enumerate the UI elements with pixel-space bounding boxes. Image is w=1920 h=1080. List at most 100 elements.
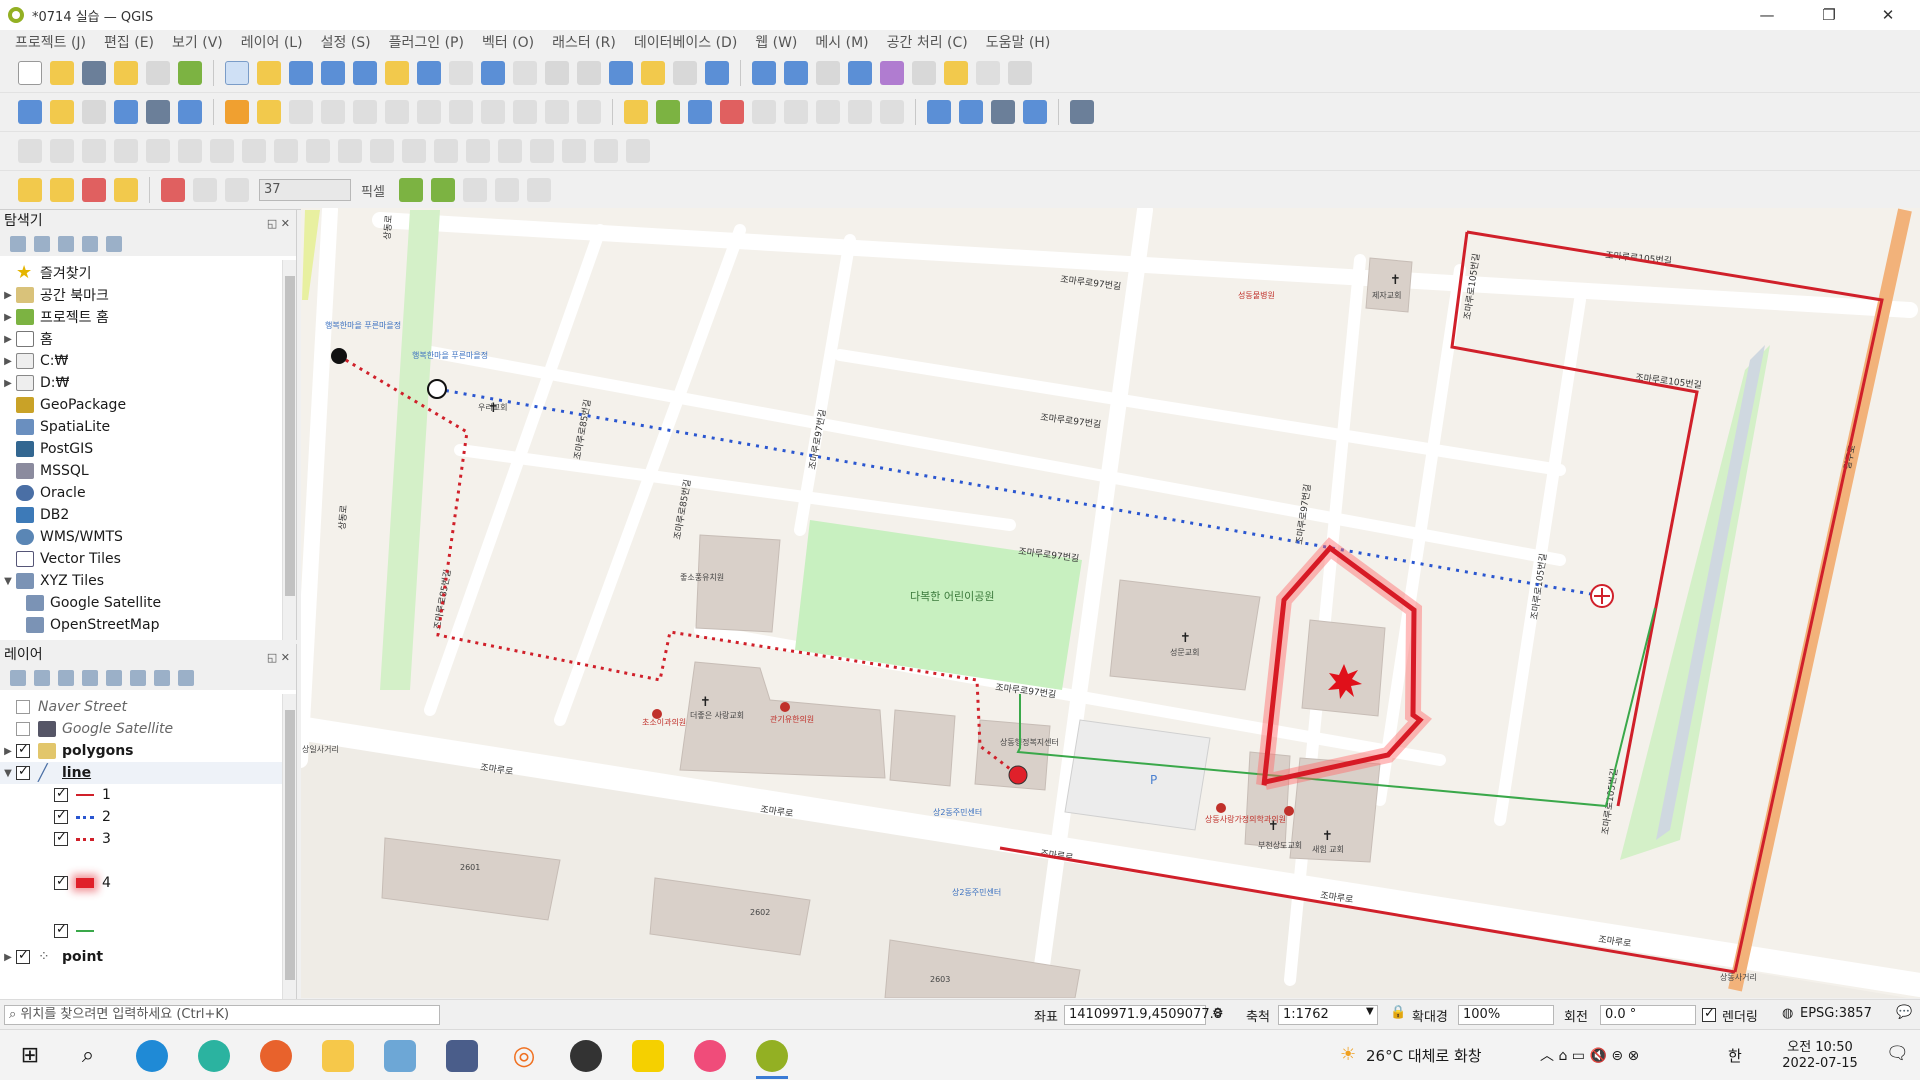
- select-by-value-icon[interactable]: [50, 178, 74, 202]
- digitize-tool-icon-16[interactable]: [498, 139, 522, 163]
- qgis-taskbar-icon[interactable]: [756, 1040, 788, 1072]
- vertex-tool-icon[interactable]: [353, 100, 377, 124]
- menu-database[interactable]: 데이터베이스 (D): [625, 32, 746, 52]
- diagram-icon[interactable]: [656, 100, 680, 124]
- digitize-tool-icon-2[interactable]: [50, 139, 74, 163]
- new-temp-layer-icon[interactable]: [114, 100, 138, 124]
- digitize-tool-icon-20[interactable]: [626, 139, 650, 163]
- new-print-layout-icon[interactable]: [114, 61, 138, 85]
- locator-search-input[interactable]: ⌕ 위치를 찾으려면 입력하세요 (Ctrl+K): [4, 1005, 440, 1025]
- layer-visibility-checkbox[interactable]: [16, 700, 30, 714]
- snapping-intersection-icon[interactable]: [430, 178, 455, 202]
- category-checkbox[interactable]: [54, 830, 68, 846]
- add-feature-icon[interactable]: [321, 100, 345, 124]
- file-explorer-icon[interactable]: [322, 1040, 354, 1072]
- zoom-full-icon[interactable]: [353, 61, 377, 85]
- expand-all-icon[interactable]: [130, 670, 146, 686]
- layer-visibility-checkbox[interactable]: [16, 948, 30, 964]
- identify-icon[interactable]: [752, 61, 776, 85]
- browser-item-drive-c[interactable]: ▶ C:₩: [0, 350, 282, 372]
- snapping-self-icon[interactable]: [462, 178, 487, 202]
- show-hide-labels-icon[interactable]: [752, 100, 776, 124]
- select-features-icon[interactable]: [18, 178, 42, 202]
- pan-icon[interactable]: [225, 61, 249, 85]
- digitize-tool-icon-3[interactable]: [82, 139, 106, 163]
- browser-item-google-satellite[interactable]: Google Satellite: [0, 592, 282, 614]
- new-geopackage-layer-icon[interactable]: [50, 100, 74, 124]
- filter-browser-icon[interactable]: [58, 236, 74, 252]
- temporal-controller-icon[interactable]: [609, 61, 633, 85]
- layer-polygons[interactable]: ▶polygons: [0, 740, 282, 762]
- digitize-tool-icon-15[interactable]: [466, 139, 490, 163]
- map-tips-icon[interactable]: [944, 61, 968, 85]
- digitize-tool-icon-1[interactable]: [18, 139, 42, 163]
- category-checkbox[interactable]: [54, 874, 68, 890]
- tracing-icon[interactable]: [494, 178, 519, 202]
- magnifier-field[interactable]: 100%: [1458, 1005, 1554, 1025]
- save-edits-icon[interactable]: [289, 100, 313, 124]
- collapse-all-layers-icon[interactable]: [154, 670, 170, 686]
- browser-item-db2[interactable]: DB2: [0, 504, 282, 526]
- menu-layer[interactable]: 레이어 (L): [232, 32, 312, 52]
- snapping-tolerance-input[interactable]: 37: [259, 179, 351, 201]
- zoom-native-icon[interactable]: [449, 61, 473, 85]
- copy-features-icon[interactable]: [481, 100, 505, 124]
- layer-visibility-checkbox[interactable]: [16, 742, 30, 758]
- rotate-label-icon[interactable]: [816, 100, 840, 124]
- zoom-to-selection-icon[interactable]: [385, 61, 409, 85]
- snapping-mode-icon[interactable]: [193, 178, 217, 202]
- clock-time[interactable]: 오전 10:50: [1770, 1036, 1870, 1055]
- select-by-location-icon[interactable]: [976, 61, 1000, 85]
- digitize-tool-icon-18[interactable]: [562, 139, 586, 163]
- layers-scrollbar[interactable]: [282, 694, 296, 999]
- style-manager-icon[interactable]: [178, 61, 202, 85]
- digitize-tool-icon-8[interactable]: [242, 139, 266, 163]
- collapse-all-icon[interactable]: [82, 236, 98, 252]
- category-checkbox[interactable]: [54, 808, 68, 824]
- add-group-icon[interactable]: [34, 670, 50, 686]
- label-toolbar-icon[interactable]: [624, 100, 648, 124]
- browser-item-spatial-bookmarks[interactable]: ▶ 공간 북마크: [0, 284, 282, 306]
- weather-text[interactable]: 26°C 대체로 화창: [1366, 1045, 1482, 1066]
- layout-manager-icon[interactable]: [146, 61, 170, 85]
- browser-scrollbar[interactable]: [282, 260, 296, 640]
- menu-view[interactable]: 보기 (V): [163, 32, 232, 52]
- new-3d-view-icon[interactable]: [577, 61, 601, 85]
- python-console-icon[interactable]: [1023, 100, 1047, 124]
- browser-item-geopackage[interactable]: GeoPackage: [0, 394, 282, 416]
- menu-help[interactable]: 도움말 (H): [977, 32, 1060, 52]
- delete-selected-icon[interactable]: [417, 100, 441, 124]
- crs-button[interactable]: EPSG:3857: [1800, 1006, 1872, 1021]
- category-checkbox[interactable]: [54, 786, 68, 802]
- browser-item-favorites[interactable]: ★ 즐겨찾기: [0, 262, 282, 284]
- filter-legend-icon[interactable]: [82, 670, 98, 686]
- digitize-tool-icon-9[interactable]: [274, 139, 298, 163]
- zoom-in-icon[interactable]: [289, 61, 313, 85]
- line-category-5[interactable]: [0, 916, 282, 946]
- ime-indicator[interactable]: 한: [1728, 1045, 1742, 1066]
- snapping-type-icon[interactable]: [225, 178, 249, 202]
- layer-line[interactable]: ▼╱line: [0, 762, 282, 784]
- processing-toolbox-icon[interactable]: [848, 61, 872, 85]
- new-shapefile-layer-icon[interactable]: [82, 100, 106, 124]
- digitize-tool-icon-4[interactable]: [114, 139, 138, 163]
- undo-icon[interactable]: [545, 100, 569, 124]
- save-project-icon[interactable]: [82, 61, 106, 85]
- manage-map-themes-icon[interactable]: [58, 670, 74, 686]
- layer-naver-street[interactable]: Naver Street: [0, 696, 282, 718]
- digitize-tool-icon-13[interactable]: [402, 139, 426, 163]
- paste-features-icon[interactable]: [513, 100, 537, 124]
- kakaotalk-icon[interactable]: [632, 1040, 664, 1072]
- lock-icon[interactable]: 🔒: [1390, 1005, 1406, 1020]
- show-bookmarks-icon[interactable]: [673, 61, 697, 85]
- browser-item-drive-d[interactable]: ▶ D:₩: [0, 372, 282, 394]
- digitize-tool-icon-19[interactable]: [594, 139, 618, 163]
- add-selected-layers-icon[interactable]: [10, 236, 26, 252]
- line-category-1[interactable]: 1: [0, 784, 282, 806]
- statistics-icon[interactable]: [880, 61, 904, 85]
- digitize-tool-icon-6[interactable]: [178, 139, 202, 163]
- music-app-icon[interactable]: [694, 1040, 726, 1072]
- layer-point[interactable]: ▶⁘point: [0, 946, 282, 968]
- zoom-out-icon[interactable]: [321, 61, 345, 85]
- search-icon[interactable]: ⌕: [72, 1040, 104, 1072]
